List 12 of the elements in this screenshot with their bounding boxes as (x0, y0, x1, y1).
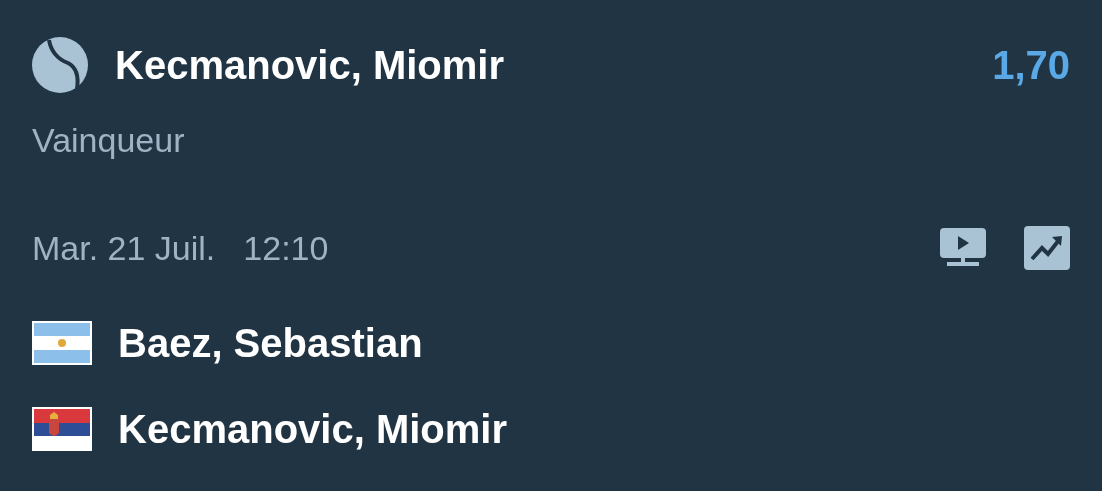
event-time: 12:10 (243, 227, 329, 269)
player-name: Baez, Sebastian (118, 320, 423, 367)
selection-name: Kecmanovic, Miomir (115, 42, 504, 89)
odds-value[interactable]: 1,70 (992, 35, 1070, 95)
event-date: Mar. 21 Juil. (32, 227, 216, 269)
player-name: Kecmanovic, Miomir (118, 406, 507, 453)
tennis-ball-icon (32, 37, 88, 93)
market-label: Vainqueur (32, 119, 185, 161)
live-stream-icon[interactable] (940, 228, 986, 268)
statistics-icon[interactable] (1024, 226, 1070, 270)
flag-icon (32, 321, 92, 365)
flag-icon (32, 407, 92, 451)
